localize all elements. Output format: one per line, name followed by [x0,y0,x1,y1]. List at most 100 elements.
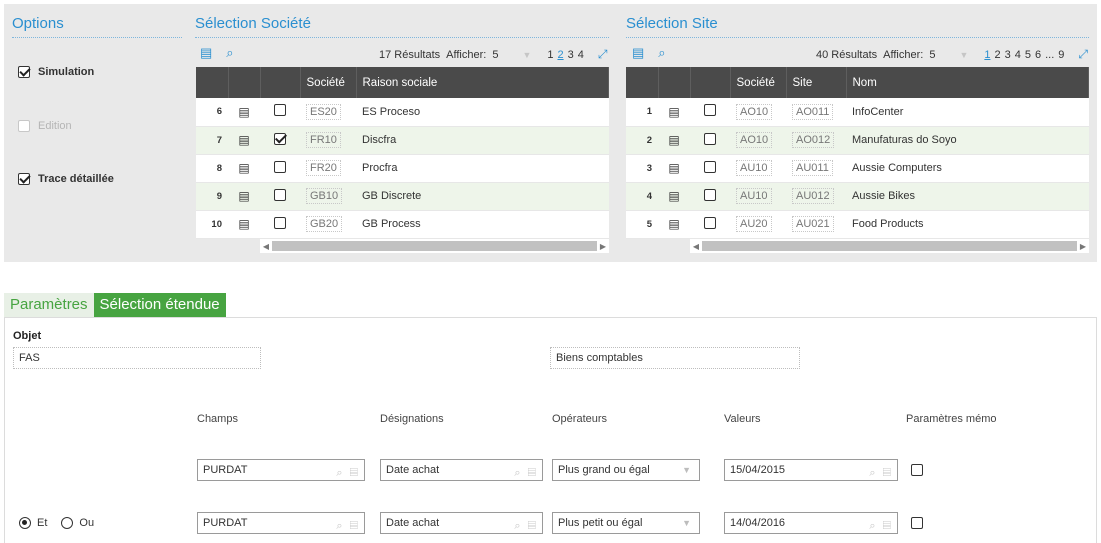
row-checkbox[interactable] [704,160,716,173]
page-link[interactable]: 6 [1035,49,1041,61]
societe-pager: 1 2 3 4 [547,49,584,61]
chevron-down-icon[interactable]: ▼ [959,50,968,60]
tab-bar: Paramètres Sélection étendue [4,293,226,317]
table-row[interactable]: 6 ▤ ES20 ES Proceso [196,98,609,127]
row-checkbox[interactable] [274,160,286,173]
row-detail-icon[interactable]: ▤ [658,210,690,239]
row-checkbox[interactable] [274,188,286,201]
operateur-select[interactable]: Plus grand ou égal ▼ [552,459,700,481]
header-designations: Désignations [380,413,444,425]
societe-show-label: Afficher: [446,48,487,61]
site-horizontal-scrollbar[interactable]: ◀ ▶ [690,239,1089,253]
table-row[interactable]: 4 ▤ AU10 AU012 Aussie Bikes [626,182,1089,211]
options-title-divider [12,37,182,38]
row-checkbox[interactable] [704,216,716,229]
chevron-down-icon[interactable]: ▼ [682,513,691,533]
options-title: Options [12,15,64,32]
societe-show-value[interactable]: 5 [492,49,498,61]
page-link[interactable]: 5 [1025,49,1031,61]
objet-code-field[interactable]: FAS [13,347,261,369]
page-link[interactable]: 3 [568,49,574,61]
page-link[interactable]: 9 [1058,49,1064,61]
expand-icon[interactable]: ⤢ [598,47,608,62]
row-checkbox[interactable] [274,216,286,229]
page-link[interactable]: 3 [1005,49,1011,61]
option-simulation[interactable]: Simulation [18,66,94,78]
search-icon[interactable]: ⌕ ▤ [869,516,893,536]
tab-selection-etendue[interactable]: Sélection étendue [93,293,226,317]
valeur-field[interactable]: 14/04/2016 ⌕ ▤ [724,512,898,534]
champ-field[interactable]: PURDAT ⌕ ▤ [197,459,365,481]
table-row[interactable]: 10 ▤ GB20 GB Process [196,210,609,239]
page-link-current[interactable]: 2 [557,49,563,61]
memo-checkbox[interactable] [911,517,923,529]
row-detail-icon[interactable]: ▤ [658,154,690,183]
search-icon[interactable]: ⌕ ▤ [336,516,360,536]
column-header-nom[interactable]: Nom [846,67,1089,98]
societe-horizontal-scrollbar[interactable]: ◀ ▶ [260,239,609,253]
site-show-value[interactable]: 5 [929,49,935,61]
row-detail-icon[interactable]: ▤ [228,126,260,155]
table-row[interactable]: 1 ▤ AO10 AO011 InfoCenter [626,98,1089,127]
column-header-societe[interactable]: Société [300,67,357,98]
row-detail-icon[interactable]: ▤ [658,98,690,127]
row-detail-icon[interactable]: ▤ [228,154,260,183]
radio-et[interactable] [19,517,31,529]
champ-field[interactable]: PURDAT ⌕ ▤ [197,512,365,534]
row-checkbox[interactable] [704,132,716,145]
row-detail-icon[interactable]: ▤ [658,182,690,211]
page-link[interactable]: 4 [1015,49,1021,61]
row-checkbox[interactable] [274,104,286,117]
search-icon[interactable]: ⌕ ▤ [514,463,538,483]
chevron-down-icon[interactable]: ▼ [522,50,531,60]
search-icon[interactable]: ⌕ ▤ [869,463,893,483]
valeur-field[interactable]: 15/04/2015 ⌕ ▤ [724,459,898,481]
option-trace-detaillee[interactable]: Trace détaillée [18,173,114,185]
row-detail-icon[interactable]: ▤ [228,98,260,127]
column-header-societe[interactable]: Société [730,67,787,98]
table-row[interactable]: 2 ▤ AO10 AO012 Manufaturas do Soyo [626,126,1089,155]
memo-checkbox[interactable] [911,464,923,476]
scroll-left-icon[interactable]: ◀ [260,242,272,251]
list-view-icon[interactable]: ▤ [200,45,212,61]
radio-ou[interactable] [61,517,74,529]
search-icon[interactable]: ⌕ [658,45,665,61]
table-row[interactable]: 8 ▤ FR20 Procfra [196,154,609,183]
page-link[interactable]: 1 [547,49,553,61]
row-checkbox[interactable] [704,104,716,117]
search-icon[interactable]: ⌕ ▤ [514,516,538,536]
row-checkbox[interactable] [274,132,286,145]
site-results-count: 40 Résultats [816,48,878,61]
scrollbar-thumb[interactable] [702,241,1077,251]
column-header-site[interactable]: Site [786,67,847,98]
table-row[interactable]: 7 ▤ FR10 Discfra [196,126,609,155]
site-title: Sélection Site [626,15,718,32]
table-row[interactable]: 3 ▤ AU10 AU011 Aussie Computers [626,154,1089,183]
tab-parametres[interactable]: Paramètres [4,293,94,317]
row-detail-icon[interactable]: ▤ [228,210,260,239]
page-link[interactable]: 2 [994,49,1000,61]
row-detail-icon[interactable]: ▤ [228,182,260,211]
scroll-left-icon[interactable]: ◀ [690,242,702,251]
search-icon[interactable]: ⌕ ▤ [336,463,360,483]
site-table: Société Site Nom 1 ▤ AO10 AO011 InfoCent… [626,67,1089,239]
list-view-icon[interactable]: ▤ [632,45,644,61]
table-row[interactable]: 5 ▤ AU20 AU021 Food Products [626,210,1089,239]
scroll-right-icon[interactable]: ▶ [597,242,609,251]
search-icon[interactable]: ⌕ [226,45,233,61]
scrollbar-thumb[interactable] [272,241,597,251]
scroll-right-icon[interactable]: ▶ [1077,242,1089,251]
simulation-checkbox[interactable] [18,66,30,78]
designation-field[interactable]: Date achat ⌕ ▤ [380,512,543,534]
row-detail-icon[interactable]: ▤ [658,126,690,155]
page-link-current[interactable]: 1 [984,49,990,61]
column-header-raison-sociale[interactable]: Raison sociale [356,67,609,98]
designation-field[interactable]: Date achat ⌕ ▤ [380,459,543,481]
page-link[interactable]: 4 [578,49,584,61]
table-row[interactable]: 9 ▤ GB10 GB Discrete [196,182,609,211]
row-checkbox[interactable] [704,188,716,201]
operateur-select[interactable]: Plus petit ou égal ▼ [552,512,700,534]
trace-detaillee-checkbox[interactable] [18,173,30,185]
expand-icon[interactable]: ⤢ [1078,47,1088,62]
chevron-down-icon[interactable]: ▼ [682,460,691,480]
